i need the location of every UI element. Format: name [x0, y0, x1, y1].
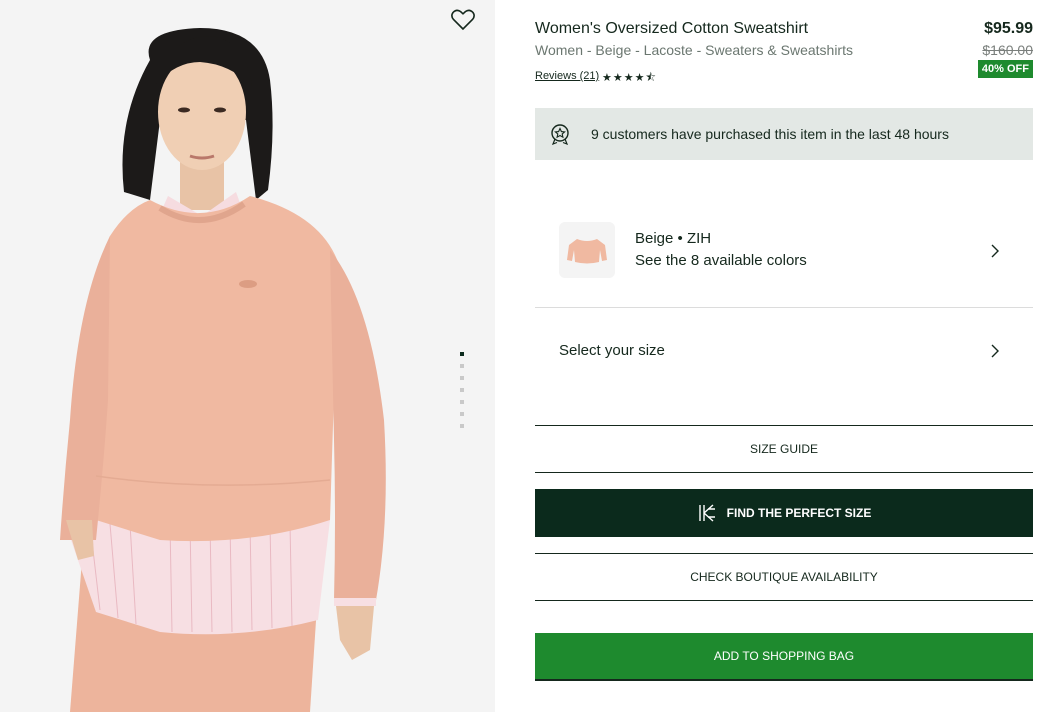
purchase-notice: 9 customers have purchased this item in …: [535, 108, 1033, 160]
find-perfect-size-button[interactable]: FIND THE PERFECT SIZE: [535, 489, 1033, 537]
size-selector[interactable]: Select your size: [535, 308, 1033, 392]
product-gallery[interactable]: [0, 0, 495, 712]
badge-star-icon: [551, 124, 569, 145]
gallery-dot[interactable]: [460, 388, 464, 392]
gallery-dot[interactable]: [460, 376, 464, 380]
check-boutique-button[interactable]: CHECK BOUTIQUE AVAILABILITY: [535, 553, 1033, 601]
gallery-dot-active[interactable]: [460, 352, 464, 356]
discount-badge: 40% OFF: [977, 60, 1033, 78]
find-perfect-size-label: FIND THE PERFECT SIZE: [726, 506, 872, 520]
size-selector-label: Select your size: [559, 342, 665, 359]
sweatshirt-thumbnail-icon: [567, 239, 607, 264]
gallery-dot[interactable]: [460, 424, 464, 428]
color-name: Beige • ZIH: [635, 230, 712, 247]
purchase-notice-text: 9 customers have purchased this item in …: [591, 126, 949, 142]
add-to-bag-label: ADD TO SHOPPING BAG: [713, 649, 855, 663]
gallery-dot[interactable]: [460, 364, 464, 368]
product-breadcrumb[interactable]: Women - Beige - Lacoste - Sweaters & Swe…: [535, 42, 853, 58]
current-price: $95.99: [984, 20, 1033, 37]
product-photo: [0, 0, 495, 712]
color-swatch: [559, 222, 615, 278]
gallery-dot[interactable]: [460, 412, 464, 416]
product-title: Women's Oversized Cotton Sweatshirt: [535, 20, 809, 37]
color-count: See the 8 available colors: [635, 252, 807, 269]
gallery-pagination[interactable]: [460, 352, 466, 436]
wishlist-heart-icon[interactable]: [450, 8, 476, 32]
add-to-bag-button[interactable]: ADD TO SHOPPING BAG: [535, 633, 1033, 681]
product-details: Women's Oversized Cotton Sweatshirt Wome…: [535, 0, 1033, 712]
color-selector[interactable]: Beige • ZIH See the 8 available colors: [535, 196, 1033, 308]
size-guide-label: SIZE GUIDE: [749, 442, 818, 456]
original-price: $160.00: [982, 42, 1033, 58]
chevron-right-icon: [991, 244, 999, 258]
gallery-dot[interactable]: [460, 400, 464, 404]
check-boutique-label: CHECK BOUTIQUE AVAILABILITY: [690, 570, 878, 584]
size-guide-button[interactable]: SIZE GUIDE: [535, 425, 1033, 473]
kiwi-sizing-icon: [698, 504, 715, 522]
reviews-link[interactable]: Reviews (21): [535, 70, 599, 82]
rating-stars: ★★★★⯪: [602, 72, 657, 84]
chevron-right-icon: [991, 344, 999, 358]
